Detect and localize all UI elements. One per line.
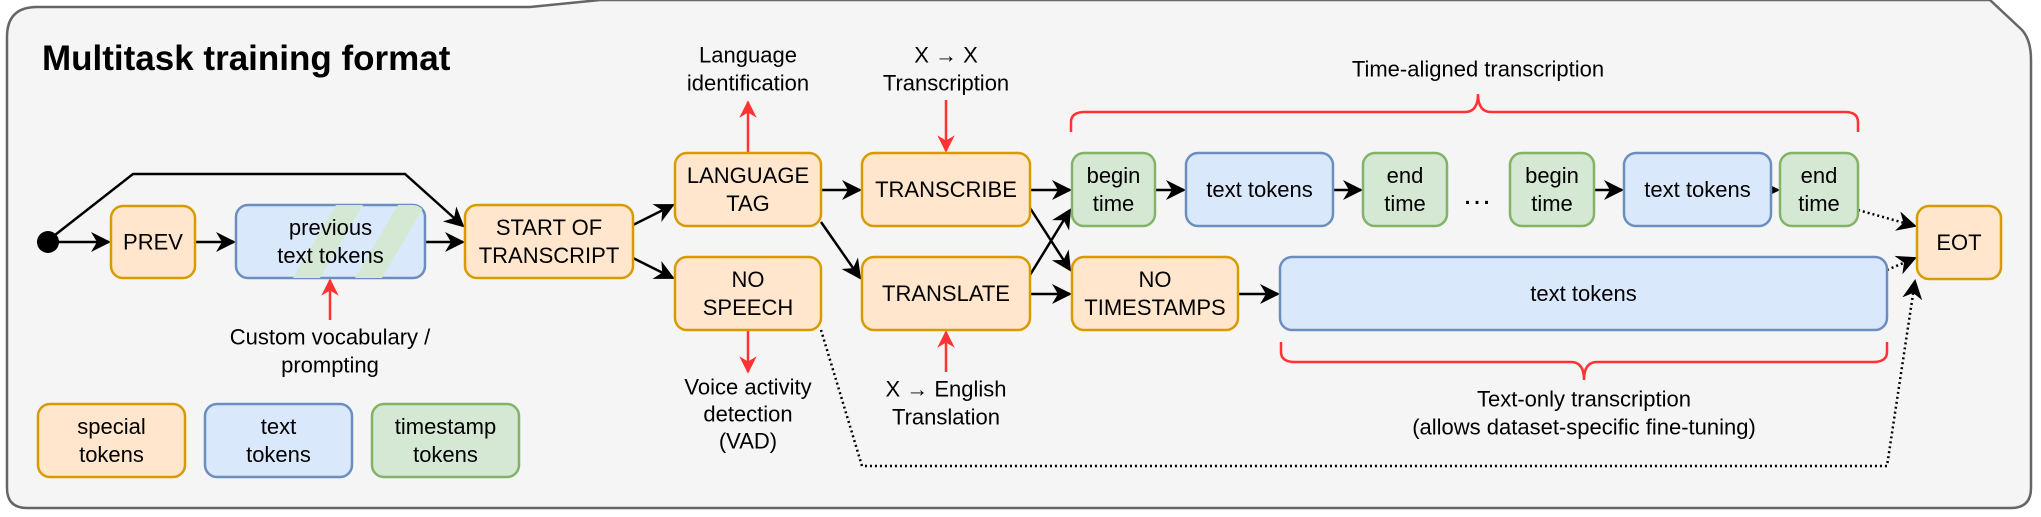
annot-time-aligned-line: Time-aligned transcription xyxy=(1352,57,1604,82)
node-label-line: NO xyxy=(1139,267,1172,292)
diagram-canvas: Multitask training format PREV previous te… xyxy=(5,0,2033,510)
node-label-line: end xyxy=(1387,163,1424,188)
node-previous-text-tokens: previous text tokens xyxy=(234,203,427,280)
node-label-line: text tokens xyxy=(1206,177,1312,202)
node-no-speech: NO SPEECH xyxy=(673,255,823,332)
page-title: Multitask training format xyxy=(42,39,451,78)
node-text-tokens-1: text tokens xyxy=(1184,151,1335,228)
legend-label-line: text xyxy=(261,414,296,439)
node-prev: PREV xyxy=(109,204,197,280)
node-label-line: time xyxy=(1384,191,1426,216)
legend-label-line: tokens xyxy=(246,442,311,467)
legend-item-timestamp: timestamp tokens xyxy=(370,402,521,479)
annot-transcription-line: Transcription xyxy=(883,71,1009,96)
node-label-line: TAG xyxy=(726,191,770,216)
legend-label-line: tokens xyxy=(79,442,144,467)
node-label-line: time xyxy=(1093,191,1135,216)
node-label-line: LANGUAGE xyxy=(687,163,809,188)
annot-vad-line: Voice activity xyxy=(684,375,811,400)
legend: special tokens text tokens timestamp tokens xyxy=(36,402,521,479)
node-label-line: text tokens xyxy=(277,243,383,268)
node-label-line: end xyxy=(1801,163,1838,188)
node-translate: TRANSLATE xyxy=(860,255,1032,332)
annot-text-only-line: Text-only transcription xyxy=(1477,387,1691,412)
node-label-line: TRANSCRIPT xyxy=(479,243,620,268)
node-label-line: SPEECH xyxy=(703,295,793,320)
node-label-line: previous xyxy=(289,215,372,240)
node-label-line: START OF xyxy=(496,215,602,240)
annot-vad-line: detection xyxy=(703,402,792,427)
legend-label-line: timestamp xyxy=(395,414,496,439)
annot-transcription-line: X → X xyxy=(914,43,978,68)
node-label-line: TIMESTAMPS xyxy=(1084,295,1225,320)
annot-translation-line: X → English xyxy=(885,377,1006,402)
node-label-line: begin xyxy=(1087,163,1141,188)
annot-language-identification-line: identification xyxy=(687,71,809,96)
node-begin-time-2: begin time xyxy=(1508,151,1596,228)
node-eot: EOT xyxy=(1915,204,2003,281)
node-no-timestamps: NO TIMESTAMPS xyxy=(1070,255,1240,332)
node-label-line: TRANSCRIBE xyxy=(875,177,1017,202)
node-label-line: time xyxy=(1798,191,1840,216)
node-begin-time-1: begin time xyxy=(1070,151,1157,228)
annot-vad-line: (VAD) xyxy=(719,429,777,454)
legend-item-text: text tokens xyxy=(203,402,354,479)
legend-item-special: special tokens xyxy=(36,402,187,479)
node-end-time-1: end time xyxy=(1361,151,1449,228)
node-label-line: text tokens xyxy=(1530,281,1636,306)
start-dot xyxy=(37,231,59,253)
annot-translation-line: Translation xyxy=(892,405,1000,430)
node-label-line: PREV xyxy=(123,230,183,255)
node-language-tag: LANGUAGE TAG xyxy=(673,151,823,228)
node-start-of-transcript: START OF TRANSCRIPT xyxy=(463,203,635,280)
annot-text-only-line: (allows dataset-specific fine-tuning) xyxy=(1412,415,1756,440)
node-label-line: TRANSLATE xyxy=(882,281,1010,306)
node-label-line: NO xyxy=(732,267,765,292)
node-text-tokens-2: text tokens xyxy=(1622,151,1773,228)
annot-custom-vocabulary-line: prompting xyxy=(281,353,379,378)
node-label-line: text tokens xyxy=(1644,177,1750,202)
annot-custom-vocabulary-line: Custom vocabulary / xyxy=(230,325,431,350)
legend-label-line: tokens xyxy=(413,442,478,467)
node-label-line: begin xyxy=(1525,163,1579,188)
node-transcribe: TRANSCRIBE xyxy=(860,151,1032,228)
annot-language-identification-line: Language xyxy=(699,43,797,68)
ellipsis: … xyxy=(1462,178,1492,211)
node-label-line: EOT xyxy=(1936,230,1981,255)
legend-label-line: special xyxy=(77,414,145,439)
node-end-time-2: end time xyxy=(1778,151,1860,228)
node-label-line: time xyxy=(1531,191,1573,216)
node-text-tokens-long: text tokens xyxy=(1278,255,1889,332)
